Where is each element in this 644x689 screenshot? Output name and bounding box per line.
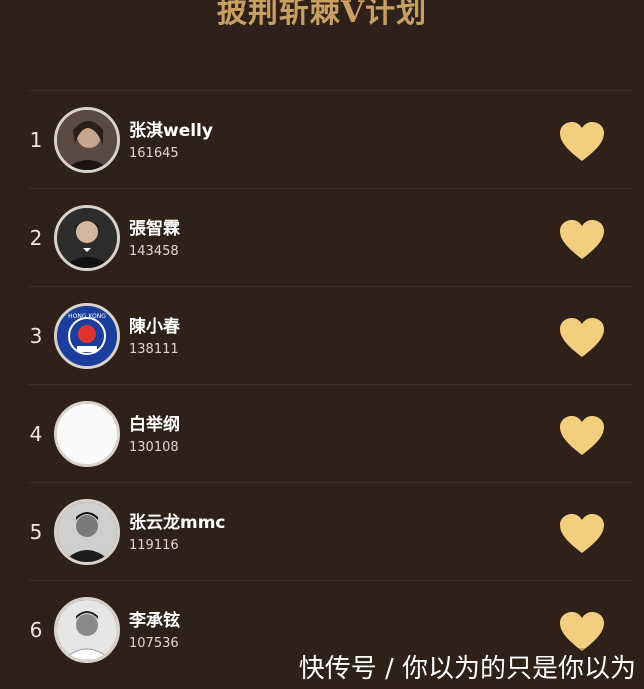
ranking-row[interactable]: 3 HONG KONG 陳小春 138111: [28, 286, 632, 384]
vote-count: 107536: [129, 636, 179, 651]
avatar[interactable]: HONG KONG: [54, 303, 120, 369]
rank-number: 5: [29, 519, 43, 544]
heart-icon[interactable]: [558, 317, 606, 359]
heart-icon[interactable]: [558, 415, 606, 457]
user-name: 张云龙mmc: [129, 513, 226, 533]
heart-icon[interactable]: [558, 513, 606, 555]
rank-number: 4: [29, 421, 43, 446]
svg-text:HONG KONG: HONG KONG: [68, 313, 106, 320]
user-name: 張智霖: [129, 219, 180, 239]
avatar[interactable]: [54, 107, 120, 173]
vote-count: 138111: [129, 342, 179, 357]
avatar[interactable]: [54, 499, 120, 565]
page-title: 披荆斩棘V计划: [216, 0, 428, 30]
ranking-row[interactable]: 2 張智霖 143458: [28, 188, 632, 286]
heart-icon[interactable]: [558, 121, 606, 163]
avatar[interactable]: [54, 401, 120, 467]
user-name: 张淇welly: [129, 121, 213, 141]
vote-count: 130108: [129, 440, 179, 455]
vote-count: 161645: [129, 146, 179, 161]
user-name: 李承铉: [129, 611, 180, 631]
rank-number: 2: [29, 225, 43, 250]
watermark-text: 快传号 / 你以为的只是你以为: [296, 648, 638, 685]
avatar[interactable]: [54, 597, 120, 663]
ranking-row[interactable]: 1 张淇welly 161645: [28, 90, 632, 188]
user-name: 陳小春: [129, 317, 180, 337]
vote-count: 119116: [129, 538, 179, 553]
ranking-list: 1 张淇welly 161645 2 張智霖 143458 3 HONG KON…: [28, 90, 632, 678]
heart-icon[interactable]: [558, 219, 606, 261]
rank-number: 3: [29, 323, 43, 348]
user-name: 白举纲: [129, 415, 180, 435]
ranking-row[interactable]: 4 白举纲 130108: [28, 384, 632, 482]
vote-count: 143458: [129, 244, 179, 259]
heart-icon[interactable]: [558, 611, 606, 653]
avatar[interactable]: [54, 205, 120, 271]
ranking-row[interactable]: 5 张云龙mmc 119116: [28, 482, 632, 580]
rank-number: 1: [29, 127, 43, 152]
rank-number: 6: [29, 617, 43, 642]
